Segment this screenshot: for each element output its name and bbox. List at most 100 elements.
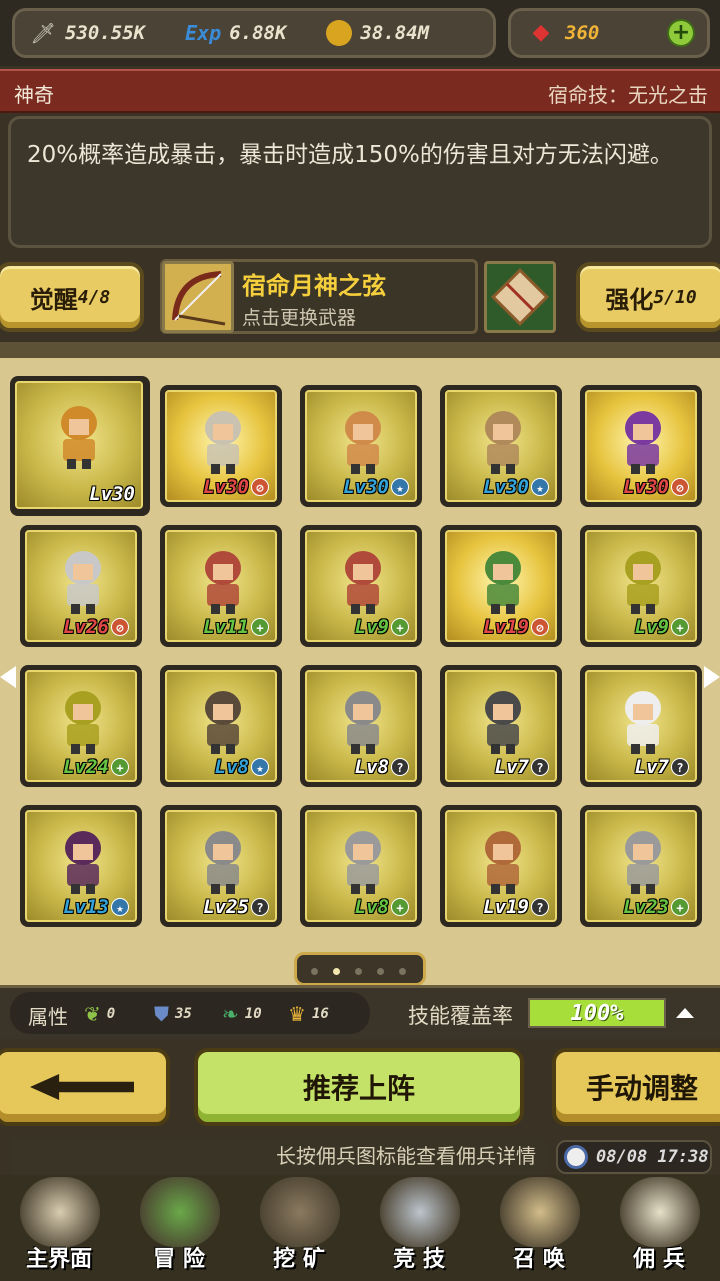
red-badge-icon: ⊘ [531, 618, 549, 636]
back-button[interactable] [0, 1048, 170, 1126]
awaken-button[interactable]: 觉醒 4/8 [0, 262, 144, 332]
hero-card-frame: Lv8? [305, 670, 417, 782]
green-badge-icon: + [671, 898, 689, 916]
hero-card-frame: Lv19 ⊘ [445, 530, 557, 642]
page-dot[interactable] [355, 968, 362, 975]
gold: 38.84M [326, 20, 429, 46]
nav-item[interactable]: 冒 险 [124, 1175, 234, 1281]
hero-portrait-icon [193, 406, 253, 476]
coverage-value: 100% [570, 1001, 624, 1026]
nav-item[interactable]: 竞 技 [364, 1175, 474, 1281]
hero-level: Lv13 ★ [63, 896, 129, 918]
hero-card[interactable]: Lv9 + [300, 525, 422, 647]
hero-card[interactable]: Lv8 ★ [160, 665, 282, 787]
hero-level: Lv8 + [355, 896, 409, 918]
hero-card-frame: Lv30 ★ [305, 390, 417, 502]
ruby-icon: ◆ [532, 20, 550, 45]
blue-badge-icon: ★ [251, 758, 269, 776]
hero-card-frame: Lv23 + [585, 810, 697, 922]
hero-level: Lv30 [89, 483, 135, 505]
hero-card[interactable]: Lv30 ★ [300, 385, 422, 507]
hero-card[interactable]: Lv24 + [20, 665, 142, 787]
hero-portrait-icon [53, 546, 113, 616]
nav-label: 挖 矿 [273, 1247, 325, 1272]
hero-card-frame: Lv25? [165, 810, 277, 922]
enhance-button[interactable]: 强化 5/10 [576, 262, 720, 332]
summon-scroll-icon [500, 1177, 580, 1247]
arrow-left-icon [30, 1074, 134, 1100]
hero-card[interactable]: Lv9 + [580, 525, 702, 647]
hero-level-text: Lv13 [63, 896, 109, 918]
hero-level: Lv26 ⊘ [63, 616, 129, 638]
hero-level-text: Lv25 [203, 896, 249, 918]
hero-level: Lv30 ★ [343, 476, 409, 498]
hero-card[interactable]: Lv7? [440, 665, 562, 787]
hero-card[interactable]: Lv13 ★ [20, 805, 142, 927]
attack-power: 🗡 530.55K [29, 19, 145, 47]
hero-level-text: Lv8 [354, 896, 389, 918]
grey-badge-icon: ? [251, 898, 269, 916]
recommend-label: 推荐上阵 [302, 1072, 415, 1105]
fate-skill-name: 宿命技：无光之击 [548, 83, 708, 107]
tent-icon [620, 1177, 700, 1247]
pickaxe-icon [260, 1177, 340, 1247]
nav-item[interactable]: 佣 兵 [604, 1175, 714, 1281]
tip-text: 长按佣兵图标能查看佣兵详情 [10, 1138, 546, 1174]
grey-badge-icon: ? [531, 758, 549, 776]
page-dot[interactable] [377, 968, 384, 975]
nav-item[interactable]: 主界面 [4, 1175, 114, 1281]
grey-badge-icon: ? [391, 758, 409, 776]
hero-card-frame: Lv8 + [305, 810, 417, 922]
hero-level: Lv30 ⊘ [623, 476, 689, 498]
recommend-deploy-button[interactable]: 推荐上阵 [194, 1048, 524, 1126]
hero-card[interactable]: Lv7? [580, 665, 702, 787]
hero-card[interactable]: Lv30 ⊘ [160, 385, 282, 507]
hero-card[interactable]: Lv19 ⊘ [440, 525, 562, 647]
clock-icon [564, 1145, 588, 1169]
hero-level-text: Lv7 [494, 756, 529, 778]
hero-level-text: Lv19 [483, 896, 529, 918]
skill-description-box: 20%概率造成暴击，暴击时造成150%的伤害且对方无法闪避。 [8, 116, 712, 248]
manual-adjust-button[interactable]: 手动调整 [552, 1048, 720, 1126]
hero-card[interactable]: Lv30 [10, 376, 150, 516]
gem-value: 360 [565, 22, 600, 44]
nav-item[interactable]: 挖 矿 [244, 1175, 354, 1281]
hero-card[interactable]: Lv30 ★ [440, 385, 562, 507]
hero-level-text: Lv30 [483, 476, 529, 498]
hero-level-text: Lv9 [634, 616, 669, 638]
hero-portrait-icon [53, 686, 113, 756]
hero-card[interactable]: Lv23 + [580, 805, 702, 927]
hero-card[interactable]: Lv8? [300, 665, 422, 787]
hero-level: Lv30 ★ [483, 476, 549, 498]
add-gems-button[interactable]: + [667, 19, 695, 47]
page-dot[interactable] [399, 968, 406, 975]
page-dot[interactable] [333, 968, 340, 975]
hero-card-frame: Lv30 ⊘ [585, 390, 697, 502]
scroll-icon[interactable] [484, 261, 556, 333]
hero-card-frame: Lv30 [15, 381, 143, 509]
nav-item[interactable]: 召 唤 [484, 1175, 594, 1281]
bow-icon[interactable] [162, 261, 234, 333]
hero-portrait-icon [473, 826, 533, 896]
hero-card-frame: Lv7? [585, 670, 697, 782]
awaken-count: 4/8 [77, 286, 111, 308]
experience: Exp 6.88K [185, 21, 286, 45]
hero-card[interactable]: Lv25? [160, 805, 282, 927]
awaken-label: 觉醒 [29, 285, 78, 314]
hero-card[interactable]: Lv8 + [300, 805, 422, 927]
hero-level-text: Lv11 [203, 616, 249, 638]
hero-card[interactable]: Lv11 + [160, 525, 282, 647]
hero-level-text: Lv30 [89, 483, 135, 505]
hero-level: Lv19? [483, 896, 549, 918]
blue-badge-icon: ★ [531, 478, 549, 496]
hero-card[interactable]: Lv30 ⊘ [580, 385, 702, 507]
hero-card-frame: Lv9 + [585, 530, 697, 642]
hero-card[interactable]: Lv26 ⊘ [20, 525, 142, 647]
nature-icon: ❦ [84, 1002, 101, 1026]
page-dot[interactable] [311, 968, 318, 975]
shield-icon: ⛊ [154, 1002, 169, 1026]
nav-label: 竞 技 [393, 1247, 445, 1272]
hero-card-frame: Lv24 + [25, 670, 137, 782]
hero-portrait-icon [193, 826, 253, 896]
hero-card[interactable]: Lv19? [440, 805, 562, 927]
